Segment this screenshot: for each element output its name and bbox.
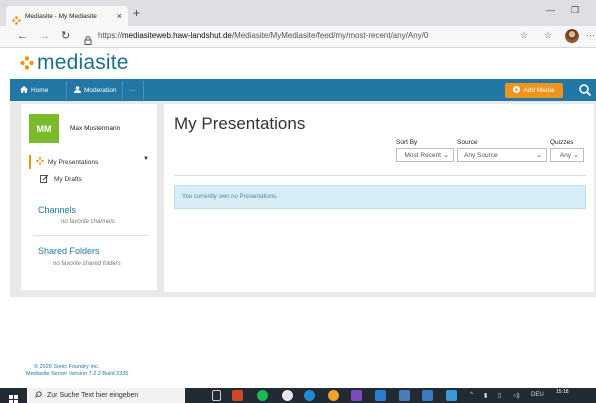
os-taskbar: Zur Suche Text hier eingeben ^ ▮ ▯ ◁) DE… [0, 388, 596, 403]
tray-chevron-icon[interactable]: ^ [470, 392, 473, 398]
channels-empty-text: no favorite channels [61, 219, 115, 225]
home-icon [20, 85, 28, 95]
chevron-down-icon: ⌄ [573, 152, 579, 159]
url-prefix: https:// [98, 31, 123, 40]
taskbar-search-placeholder: Zur Suche Text hier eingeben [47, 392, 139, 399]
url-field[interactable]: https://mediasiteweb.haw-landshut.de/Med… [98, 31, 428, 40]
sidebar: MM Max Mustermann My Presentations My Dr… [21, 104, 157, 290]
tab-close-icon[interactable]: × [117, 11, 122, 21]
source-label: Source [457, 139, 478, 146]
word-icon[interactable] [375, 390, 386, 401]
site-header: mediasite [0, 48, 596, 78]
volume-icon[interactable]: ◁) [513, 392, 520, 399]
taskbar-clock[interactable]: 15:18 [556, 389, 569, 395]
nav-divider [143, 81, 144, 99]
shared-folders-empty-text: no favorite shared folders [53, 261, 121, 267]
shared-folders-heading[interactable]: Shared Folders [38, 246, 100, 256]
source-value: Any Source [464, 151, 498, 159]
windows-start-icon[interactable] [9, 391, 18, 403]
app-icon[interactable] [351, 390, 362, 401]
chevron-down-icon[interactable]: ▼ [143, 156, 149, 162]
taskbar-search-input[interactable]: Zur Suche Text hier eingeben [27, 388, 185, 403]
new-tab-button[interactable]: + [133, 7, 140, 19]
nav-divider [66, 81, 67, 99]
forward-arrow-icon[interactable]: → [39, 30, 50, 42]
profile-avatar-icon[interactable] [565, 29, 579, 43]
user-name: Max Mustermann [70, 125, 121, 132]
browser-app-icon[interactable] [328, 390, 339, 401]
mediasite-logo[interactable]: mediasite [20, 52, 129, 74]
mail-icon[interactable] [422, 390, 433, 401]
favorites-bar-icon[interactable]: ☆ [544, 30, 552, 41]
plus-circle-icon [513, 86, 521, 95]
main-navbar: Home Moderation ··· Add Media [10, 79, 596, 101]
edit-icon [40, 174, 49, 185]
footer-version: Mediasite Server Version 7.2.2 Build 233… [26, 371, 129, 377]
nav-home-label: Home [31, 86, 49, 94]
spotify-icon[interactable] [257, 390, 268, 401]
add-media-button[interactable]: Add Media [505, 83, 563, 98]
nav-home[interactable]: Home [20, 79, 48, 101]
main-panel: My Presentations Sort By Most Recent ⌄ S… [164, 104, 594, 292]
sort-by-select[interactable]: Most Recent ⌄ [396, 148, 454, 162]
language-indicator[interactable]: DEU [531, 392, 544, 398]
mediasite-logo-icon [20, 56, 34, 70]
network-icon[interactable]: ▮ [484, 392, 487, 399]
edge-icon[interactable] [304, 390, 315, 401]
url-host: mediasiteweb.haw-landshut.de [122, 31, 232, 40]
browser-tab[interactable]: Mediasite - My Mediasite × [6, 6, 128, 26]
main-divider [174, 175, 586, 176]
url-path: /Mediasite/MyMediasite/feed/my/most-rece… [231, 31, 429, 40]
restore-button[interactable]: ❐ [571, 5, 579, 16]
more-menu-icon[interactable]: ··· [586, 30, 595, 40]
office-app-icon[interactable] [232, 390, 243, 401]
battery-icon[interactable]: ▯ [498, 392, 501, 399]
browser-tab-bar: Mediasite - My Mediasite × + — ❐ [0, 0, 596, 26]
lock-icon [84, 32, 92, 45]
minimize-button[interactable]: — [546, 5, 555, 15]
quizzes-label: Quizzes [550, 139, 574, 146]
search-icon[interactable] [578, 83, 592, 97]
mediasite-logo-icon [36, 157, 44, 167]
channels-heading[interactable]: Channels [38, 205, 76, 215]
nav-more-label: ··· [129, 86, 136, 94]
back-arrow-icon[interactable]: ← [17, 30, 28, 42]
favorite-star-icon[interactable]: ☆ [520, 30, 528, 41]
mediasite-favicon-icon [12, 12, 21, 25]
logo-text: mediasite [37, 51, 129, 74]
task-view-icon[interactable] [212, 390, 221, 401]
chrome-icon[interactable] [282, 390, 293, 401]
quizzes-value: Any [559, 151, 571, 159]
add-media-label: Add Media [523, 87, 555, 94]
sidebar-item-label: My Drafts [54, 176, 82, 183]
user-icon [74, 85, 81, 95]
nav-more-button[interactable]: ··· [129, 79, 136, 101]
address-bar: ← → ↻ https://mediasiteweb.haw-landshut.… [0, 26, 596, 48]
chevron-down-icon: ⌄ [443, 152, 449, 159]
sidebar-item-my-presentations[interactable]: My Presentations [29, 155, 154, 169]
page-title: My Presentations [174, 114, 306, 133]
nav-moderation-label: Moderation [84, 86, 117, 94]
sidebar-item-label: My Presentations [48, 158, 99, 166]
source-select[interactable]: Any Source ⌄ [457, 148, 547, 162]
reload-icon[interactable]: ↻ [61, 30, 70, 42]
chevron-down-icon: ⌄ [536, 152, 542, 159]
sort-by-value: Most Recent [404, 151, 442, 159]
footer-copyright: © 2020 Sonic Foundry Inc. [34, 364, 100, 370]
sort-by-label: Sort By [396, 139, 418, 146]
avatar: MM [29, 114, 59, 143]
nav-divider [122, 81, 123, 99]
sidebar-item-my-drafts[interactable]: My Drafts [40, 174, 82, 185]
quizzes-select[interactable]: Any ⌄ [550, 148, 584, 162]
app-icon[interactable] [446, 390, 457, 401]
empty-state-alert: You currently own no Presentations. [174, 185, 586, 209]
app-icon[interactable] [399, 390, 410, 401]
tab-title: Mediasite - My Mediasite [25, 12, 97, 20]
sidebar-divider [33, 235, 149, 236]
nav-moderation[interactable]: Moderation [74, 79, 117, 101]
search-icon [35, 391, 42, 400]
